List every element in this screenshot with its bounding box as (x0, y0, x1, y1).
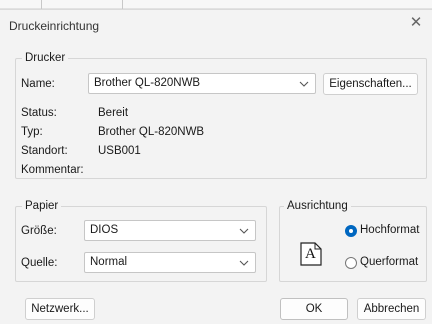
landscape-label[interactable]: Querformat (360, 256, 418, 268)
paper-size-select[interactable]: DIOS (84, 220, 256, 241)
background-divider (41, 0, 42, 9)
location-label: Standort: (21, 145, 68, 157)
paper-group: Papier Größe: DIOS Quelle: Normal (15, 200, 267, 282)
paper-size-label: Größe: (21, 225, 57, 237)
status-value: Bereit (98, 107, 129, 119)
page-setup-dialog: Druckeinrichtung ✕ Drucker Name: Brother… (0, 9, 432, 324)
paper-size-value: DIOS (90, 224, 119, 236)
network-button[interactable]: Netzwerk... (25, 298, 95, 320)
type-label: Typ: (21, 126, 43, 138)
title-bar: Druckeinrichtung ✕ (0, 10, 432, 38)
background-window-strip (0, 0, 432, 9)
background-divider (122, 0, 123, 9)
document-icon-letter: A (305, 246, 316, 262)
status-label: Status: (21, 107, 57, 119)
document-portrait-icon: A (300, 242, 322, 266)
printer-group-legend: Drucker (22, 52, 69, 64)
orientation-group-legend: Ausrichtung (284, 200, 351, 212)
paper-source-select[interactable]: Normal (84, 252, 256, 273)
chevron-down-icon (239, 221, 249, 240)
portrait-radio[interactable] (345, 225, 357, 237)
printer-group: Drucker Name: Brother QL-820NWB Eigensch… (15, 52, 427, 179)
printer-name-label: Name: (21, 78, 55, 90)
properties-button[interactable]: Eigenschaften... (323, 73, 418, 95)
printer-name-select[interactable]: Brother QL-820NWB (88, 73, 316, 94)
paper-source-value: Normal (90, 256, 128, 268)
cancel-button[interactable]: Abbrechen (357, 298, 426, 320)
paper-source-label: Quelle: (21, 257, 58, 269)
ok-button[interactable]: OK (280, 298, 348, 320)
portrait-label[interactable]: Hochformat (360, 224, 419, 236)
chevron-down-icon (239, 253, 249, 272)
close-icon[interactable]: ✕ (408, 15, 424, 31)
chevron-down-icon (299, 74, 309, 93)
dialog-title: Druckeinrichtung (9, 19, 100, 33)
paper-group-legend: Papier (22, 200, 62, 212)
printer-name-value: Brother QL-820NWB (94, 77, 201, 89)
landscape-radio[interactable] (345, 257, 357, 269)
comment-label: Kommentar: (21, 164, 84, 176)
type-value: Brother QL-820NWB (98, 126, 205, 138)
location-value: USB001 (98, 145, 141, 157)
